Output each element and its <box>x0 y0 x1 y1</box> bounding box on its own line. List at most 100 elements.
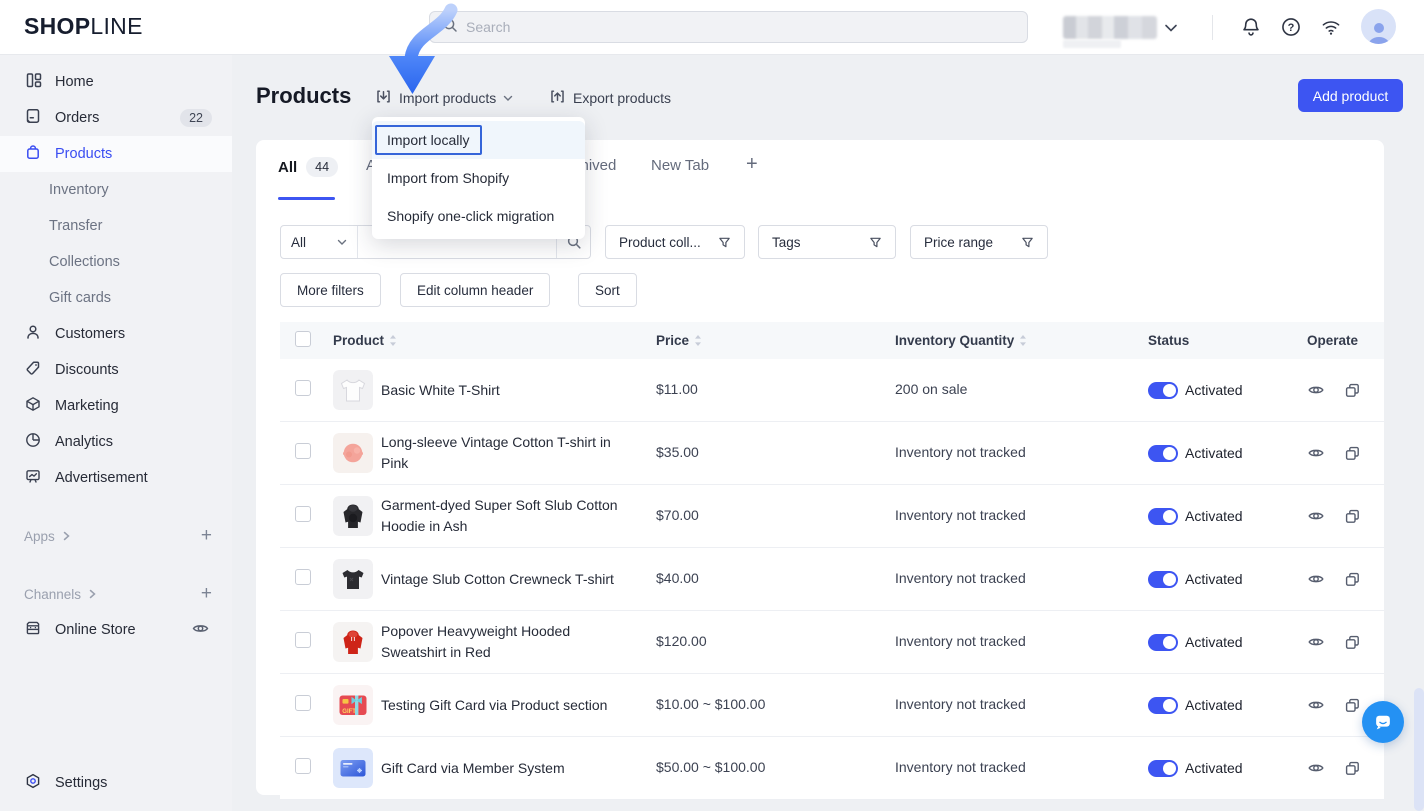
filter-price-range[interactable]: Price range <box>910 225 1048 259</box>
sidebar-item-customers[interactable]: Customers <box>0 316 232 352</box>
sidebar-item-analytics[interactable]: Analytics <box>0 424 232 460</box>
bell-icon[interactable] <box>1240 16 1262 43</box>
import-products-button[interactable]: Import products <box>375 88 513 108</box>
wifi-icon[interactable] <box>1320 16 1342 43</box>
add-channel-icon[interactable]: + <box>201 583 212 605</box>
add-product-button[interactable]: Add product <box>1298 79 1403 112</box>
view-icon[interactable] <box>1307 696 1325 714</box>
tab-new-tab[interactable]: New Tab <box>651 157 709 174</box>
product-thumbnail[interactable] <box>333 559 373 599</box>
product-title[interactable]: Basic White T-Shirt <box>381 380 500 401</box>
duplicate-icon[interactable] <box>1344 508 1361 525</box>
row-checkbox[interactable] <box>295 758 311 774</box>
scrollbar-thumb[interactable] <box>1414 688 1424 811</box>
sidebar-item-discounts[interactable]: Discounts <box>0 352 232 388</box>
select-all-checkbox[interactable] <box>295 331 311 347</box>
search-scope-select[interactable]: All <box>281 226 357 258</box>
view-icon[interactable] <box>1307 381 1325 399</box>
add-tab-button[interactable]: + <box>746 153 758 176</box>
menu-item-shopify-one-click-migration[interactable]: Shopify one-click migration <box>372 197 585 235</box>
product-title[interactable]: Testing Gift Card via Product section <box>381 695 607 716</box>
product-title[interactable]: Gift Card via Member System <box>381 758 565 779</box>
duplicate-icon[interactable] <box>1344 445 1361 462</box>
status-label: Activated <box>1185 571 1243 587</box>
row-checkbox[interactable] <box>295 380 311 396</box>
product-thumbnail[interactable]: GIFT <box>333 685 373 725</box>
product-title[interactable]: Popover Heavyweight Hooded Sweatshirt in… <box>381 621 633 663</box>
row-checkbox[interactable] <box>295 569 311 585</box>
menu-item-import-locally[interactable]: Import locally <box>372 121 585 159</box>
add-app-icon[interactable]: + <box>201 525 212 547</box>
more-filters-button[interactable]: More filters <box>280 273 381 307</box>
help-icon[interactable]: ? <box>1280 16 1302 43</box>
sidebar-item-gift-cards[interactable]: Gift cards <box>0 280 232 316</box>
tab-all[interactable]: All 44 <box>278 157 338 177</box>
duplicate-icon[interactable] <box>1344 697 1361 714</box>
filter-product-collection[interactable]: Product coll... <box>605 225 745 259</box>
duplicate-icon[interactable] <box>1344 760 1361 777</box>
view-store-eye-icon[interactable] <box>191 619 210 642</box>
view-icon[interactable] <box>1307 759 1325 777</box>
view-icon[interactable] <box>1307 444 1325 462</box>
search-input[interactable] <box>466 19 1015 35</box>
global-search[interactable] <box>429 11 1028 43</box>
row-checkbox[interactable] <box>295 695 311 711</box>
sort-button[interactable]: Sort <box>578 273 637 307</box>
status-toggle[interactable] <box>1148 634 1178 651</box>
product-thumbnail[interactable] <box>333 748 373 788</box>
status-toggle[interactable] <box>1148 382 1178 399</box>
chat-launcher-button[interactable] <box>1362 701 1404 743</box>
row-checkbox[interactable] <box>295 632 311 648</box>
product-thumbnail[interactable] <box>333 622 373 662</box>
edit-column-header-button[interactable]: Edit column header <box>400 273 550 307</box>
sidebar-item-collections[interactable]: Collections <box>0 244 232 280</box>
bag-icon <box>24 143 42 165</box>
product-title[interactable]: Long-sleeve Vintage Cotton T-shirt in Pi… <box>381 432 633 474</box>
view-icon[interactable] <box>1307 570 1325 588</box>
duplicate-icon[interactable] <box>1344 382 1361 399</box>
sidebar-item-inventory[interactable]: Inventory <box>0 172 232 208</box>
product-title[interactable]: Vintage Slub Cotton Crewneck T-shirt <box>381 569 614 590</box>
view-icon[interactable] <box>1307 507 1325 525</box>
sidebar-item-settings[interactable]: Settings <box>0 765 232 801</box>
duplicate-icon[interactable] <box>1344 571 1361 588</box>
row-checkbox[interactable] <box>295 506 311 522</box>
status-toggle[interactable] <box>1148 760 1178 777</box>
chevron-down-icon[interactable] <box>1164 20 1178 38</box>
sidebar-item-orders[interactable]: Orders 22 <box>0 100 232 136</box>
sidebar-section-channels[interactable]: Channels + <box>24 583 212 605</box>
column-header-price[interactable]: Price <box>656 333 702 348</box>
duplicate-icon[interactable] <box>1344 634 1361 651</box>
sidebar-item-advertisement[interactable]: Advertisement <box>0 460 232 496</box>
sort-icon[interactable] <box>694 334 702 347</box>
sidebar-item-marketing[interactable]: Marketing <box>0 388 232 424</box>
column-header-product[interactable]: Product <box>333 333 397 348</box>
product-thumbnail[interactable] <box>333 433 373 473</box>
product-title[interactable]: Garment-dyed Super Soft Slub Cotton Hood… <box>381 495 633 537</box>
menu-item-import-from-shopify[interactable]: Import from Shopify <box>372 159 585 197</box>
status-toggle[interactable] <box>1148 697 1178 714</box>
sidebar-item-home[interactable]: Home <box>0 64 232 100</box>
table-row: Long-sleeve Vintage Cotton T-shirt in Pi… <box>280 422 1384 485</box>
row-checkbox[interactable] <box>295 443 311 459</box>
export-products-button[interactable]: Export products <box>549 88 671 108</box>
shopline-logo[interactable]: SHOPLINE <box>24 13 143 40</box>
sort-icon[interactable] <box>1019 334 1027 347</box>
status-toggle[interactable] <box>1148 571 1178 588</box>
avatar[interactable] <box>1361 9 1396 44</box>
status-toggle[interactable] <box>1148 508 1178 525</box>
sidebar-section-apps[interactable]: Apps + <box>24 525 212 547</box>
sidebar-item-online-store[interactable]: Online Store <box>0 612 232 648</box>
account-name-redacted[interactable] <box>1063 16 1157 39</box>
sidebar-item-products[interactable]: Products <box>0 136 232 172</box>
view-icon[interactable] <box>1307 633 1325 651</box>
import-icon <box>375 88 392 108</box>
product-thumbnail[interactable] <box>333 370 373 410</box>
status-toggle[interactable] <box>1148 445 1178 462</box>
filter-tags[interactable]: Tags <box>758 225 896 259</box>
product-thumbnail[interactable] <box>333 496 373 536</box>
sidebar-item-transfer[interactable]: Transfer <box>0 208 232 244</box>
product-price: $40.00 <box>656 570 699 586</box>
column-header-inventory[interactable]: Inventory Quantity <box>895 333 1027 348</box>
sort-icon[interactable] <box>389 334 397 347</box>
